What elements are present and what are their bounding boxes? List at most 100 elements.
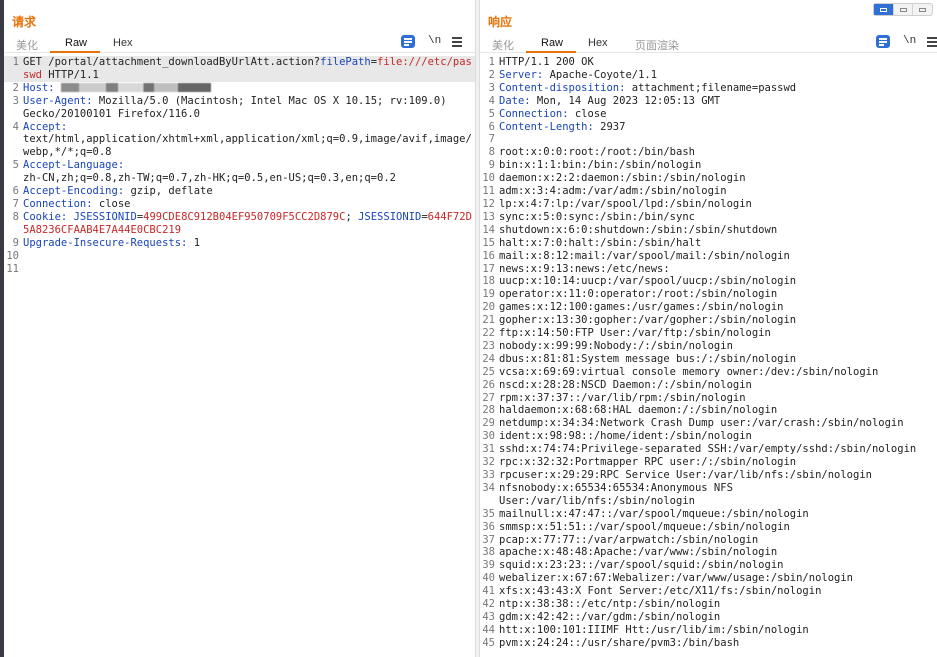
header-key: Content-Length: (499, 120, 594, 133)
line-text: nscd:x:28:28:NSCD Daemon:/:/sbin/nologin (498, 379, 937, 392)
code-text: ftp:x:14:50:FTP User:/var/ftp:/sbin/nolo… (499, 327, 771, 340)
code-text: webalizer:x:67:67:Webalizer:/var/www/usa… (499, 572, 854, 585)
layout-side-by-side-icon[interactable] (874, 4, 894, 15)
line-text: sync:x:5:0:sync:/sbin:/bin/sync (498, 211, 937, 224)
line-number: 1 (488, 56, 495, 68)
line-text: games:x:12:100:games:/usr/games:/sbin/no… (498, 301, 937, 314)
line-number: 4 (12, 120, 19, 133)
line-text: Content-Length: 2937 (498, 121, 937, 134)
response-code-line: 28 haldaemon:x:68:68:HAL daemon:/:/sbin/n… (480, 404, 937, 417)
line-number: 35 (482, 507, 495, 520)
code-text: nscd:x:28:28:NSCD Daemon:/:/sbin/nologin (499, 378, 752, 391)
code-text: attachment;filename=passwd (625, 81, 797, 94)
response-code-line: 35 mailnull:x:47:47::/var/spool/mqueue:/s… (480, 508, 937, 521)
response-code-line: 31 sshd:x:74:74:Privilege-separated SSH:/… (480, 443, 937, 456)
response-code-line: 20 games:x:12:100:games:/usr/games:/sbin/… (480, 301, 937, 314)
line-number: 4 (488, 94, 495, 107)
header-key: Cookie: (23, 210, 68, 223)
request-tab-raw[interactable]: Raw (65, 37, 87, 49)
code-text: zh-CN,zh;q=0.8,zh-TW;q=0.7,zh-HK;q=0.5,e… (23, 172, 396, 185)
response-code-line: 13 sync:x:5:0:sync:/sbin:/bin/sync (480, 211, 937, 224)
line-text: sshd:x:74:74:Privilege-separated SSH:/va… (498, 443, 937, 456)
request-code-line: 2 Host: (4, 82, 475, 95)
response-code-line: 34 nfsnobody:x:65534:65534:Anonymous NFS … (480, 482, 937, 508)
response-code-line: 2 Server: Apache-Coyote/1.1 (480, 69, 937, 82)
line-text: Cookie: JSESSIONID=499CDE8C912B04EF95070… (22, 211, 475, 237)
response-wrap-lines-icon[interactable] (876, 35, 890, 48)
response-code-line: 40 webalizer:x:67:67:Webalizer:/var/www/u… (480, 572, 937, 585)
header-key: Host: (23, 81, 55, 94)
response-code-line: 45 pvm:x:24:24::/usr/share/pvm3:/bin/bash (480, 637, 937, 650)
request-code-line: 8 Cookie: JSESSIONID=499CDE8C912B04EF9507… (4, 211, 475, 237)
code-text: haldaemon:x:68:68:HAL daemon:/:/sbin/nol… (499, 404, 778, 417)
request-menu-icon[interactable] (452, 36, 462, 47)
line-number: 1 (12, 56, 19, 68)
request-wrap-lines-icon[interactable] (401, 35, 415, 48)
header-key: filePath (320, 56, 371, 68)
line-number: 15 (482, 236, 495, 249)
response-code-line: 5 Connection: close (480, 108, 937, 121)
line-number: 11 (6, 262, 19, 275)
response-code-line: 41 xfs:x:43:43:X Font Server:/etc/X11/fs:… (480, 585, 937, 598)
code-text: 2937 (593, 120, 626, 133)
response-editor[interactable]: 1 HTTP/1.1 200 OK 2 Server: Apache-Coyote/1… (480, 56, 937, 657)
request-newline-toggle[interactable]: \n (428, 35, 441, 47)
line-text: Host: (22, 82, 475, 95)
header-key: Content-disposition: (499, 81, 626, 94)
line-text: ntp:x:38:38::/etc/ntp:/sbin/nologin (498, 598, 937, 611)
response-code-line: 19 operator:x:11:0:operator:/root:/sbin/n… (480, 288, 937, 301)
response-menu-icon[interactable] (927, 36, 937, 47)
response-title: 响应 (488, 15, 513, 29)
line-text (22, 263, 475, 276)
layout-tabs-icon[interactable] (913, 4, 932, 15)
header-key: Accept: (23, 120, 68, 133)
code-text: root:x:0:0:root:/root:/bin/bash (499, 146, 695, 159)
code-text: rpcuser:x:29:29:RPC Service User:/var/li… (499, 469, 872, 481)
line-number: 12 (482, 197, 495, 210)
header-key: Accept-Encoding: (23, 185, 125, 198)
line-text: xfs:x:43:43:X Font Server:/etc/X11/fs:/s… (498, 585, 937, 598)
line-text: Connection: close (22, 198, 475, 211)
response-code-line: 39 squid:x:23:23::/var/spool/squid:/sbin/… (480, 559, 937, 572)
line-number: 32 (482, 456, 495, 469)
line-text: news:x:9:13:news:/etc/news: (498, 263, 937, 276)
response-tab-pretty[interactable]: 美化 (492, 37, 514, 53)
code-text: gopher:x:13:30:gopher:/var/gopher:/sbin/… (499, 314, 797, 327)
code-text: games:x:12:100:games:/usr/games:/sbin/no… (499, 301, 784, 314)
line-number: 10 (6, 249, 19, 262)
line-text: lp:x:4:7:lp:/var/spool/lpd:/sbin/nologin (498, 198, 937, 211)
response-pane: 响应 美化 Raw Hex 页面渲染 \n 1 HTTP/1.1 200 OK 2 S… (480, 0, 937, 657)
response-code-line: 12 lp:x:4:7:lp:/var/spool/lpd:/sbin/nolog… (480, 198, 937, 211)
request-tab-raw-underline (50, 51, 100, 53)
code-text: bin:x:1:1:bin:/bin:/sbin/nologin (499, 159, 702, 172)
request-tabs: 美化 Raw Hex \n (4, 34, 475, 53)
line-text: Accept-Language: zh-CN,zh;q=0.8,zh-TW;q=… (22, 159, 475, 185)
line-number: 11 (482, 185, 495, 198)
line-text: mail:x:8:12:mail:/var/spool/mail:/sbin/n… (498, 250, 937, 263)
response-code-line: 25 vcsa:x:69:69:virtual console memory ow… (480, 366, 937, 379)
line-text: webalizer:x:67:67:Webalizer:/var/www/usa… (498, 572, 937, 585)
response-tab-render[interactable]: 页面渲染 (635, 37, 679, 53)
request-editor[interactable]: 1 GET /portal/attachment_downloadByUrlAtt… (4, 56, 475, 657)
request-pane: 请求 美化 Raw Hex \n 1 GET /portal/attachment… (4, 0, 475, 657)
request-tab-pretty[interactable]: 美化 (16, 37, 38, 53)
response-tab-raw[interactable]: Raw (541, 37, 563, 49)
line-text: adm:x:3:4:adm:/var/adm:/sbin/nologin (498, 185, 937, 198)
line-text: root:x:0:0:root:/root:/bin/bash (498, 146, 937, 159)
header-key: Upgrade-Insecure-Requests: (23, 236, 188, 249)
response-code-line: 18 uucp:x:10:14:uucp:/var/spool/uucp:/sbi… (480, 275, 937, 288)
redacted-host-value (60, 82, 211, 92)
layout-vertical-icon[interactable] (894, 4, 914, 15)
code-text: lp:x:4:7:lp:/var/spool/lpd:/sbin/nologin (499, 197, 752, 210)
code-text: netdump:x:34:34:Network Crash Dump user:… (499, 417, 904, 430)
line-text: nobody:x:99:99:Nobody:/:/sbin/nologin (498, 340, 937, 353)
header-key: Date: (499, 94, 531, 107)
line-number: 16 (482, 249, 495, 262)
response-newline-toggle[interactable]: \n (903, 35, 916, 47)
response-code-line: 27 rpm:x:37:37::/var/lib/rpm:/sbin/nologi… (480, 392, 937, 405)
response-tab-hex[interactable]: Hex (588, 37, 608, 49)
header-key: Connection: (499, 107, 569, 120)
response-code-line: 1 HTTP/1.1 200 OK (480, 56, 937, 69)
request-code-line: 7 Connection: close (4, 198, 475, 211)
request-tab-hex[interactable]: Hex (113, 37, 133, 49)
